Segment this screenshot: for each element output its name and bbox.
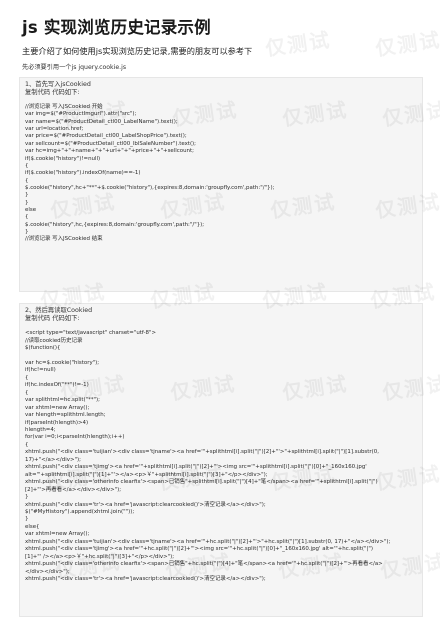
code-block-spacer [20, 96, 422, 104]
article-title: js 实现浏览历史记录示例 [22, 18, 211, 37]
watermark: 仅测试 [373, 27, 440, 61]
step-note: 先必须要引用一个js jquery.cookie.js [22, 64, 127, 71]
code-block-heading: 1、首先写入jsCookied [25, 81, 91, 88]
code-block-write-cookie: 1、首先写入jsCookied 复制代码 代码如下: //浏览记录 写入JSCo… [19, 77, 423, 292]
copy-code-link[interactable]: 复制代码 代码如下: [20, 315, 422, 323]
code-listing: //浏览记录 写入JSCookied 开始 var img=$("#Produc… [25, 104, 275, 243]
watermark: 仅测试 [263, 27, 333, 61]
code-block-read-cookie: 2、然后再读取Cookied 复制代码 代码如下: <script type="… [19, 303, 423, 617]
code-block-heading: 2、然后再读取Cookied [25, 307, 93, 314]
article-intro: 主要介绍了如何使用js实现浏览历史记录,需要的朋友可以参考下 [22, 46, 253, 56]
code-listing: <script type="text/javascript" charset="… [25, 330, 391, 583]
code-block-spacer [20, 322, 422, 330]
document-page: js 实现浏览历史记录示例 主要介绍了如何使用js实现浏览历史记录,需要的朋友可… [0, 0, 440, 620]
copy-code-link[interactable]: 复制代码 代码如下: [20, 89, 422, 97]
